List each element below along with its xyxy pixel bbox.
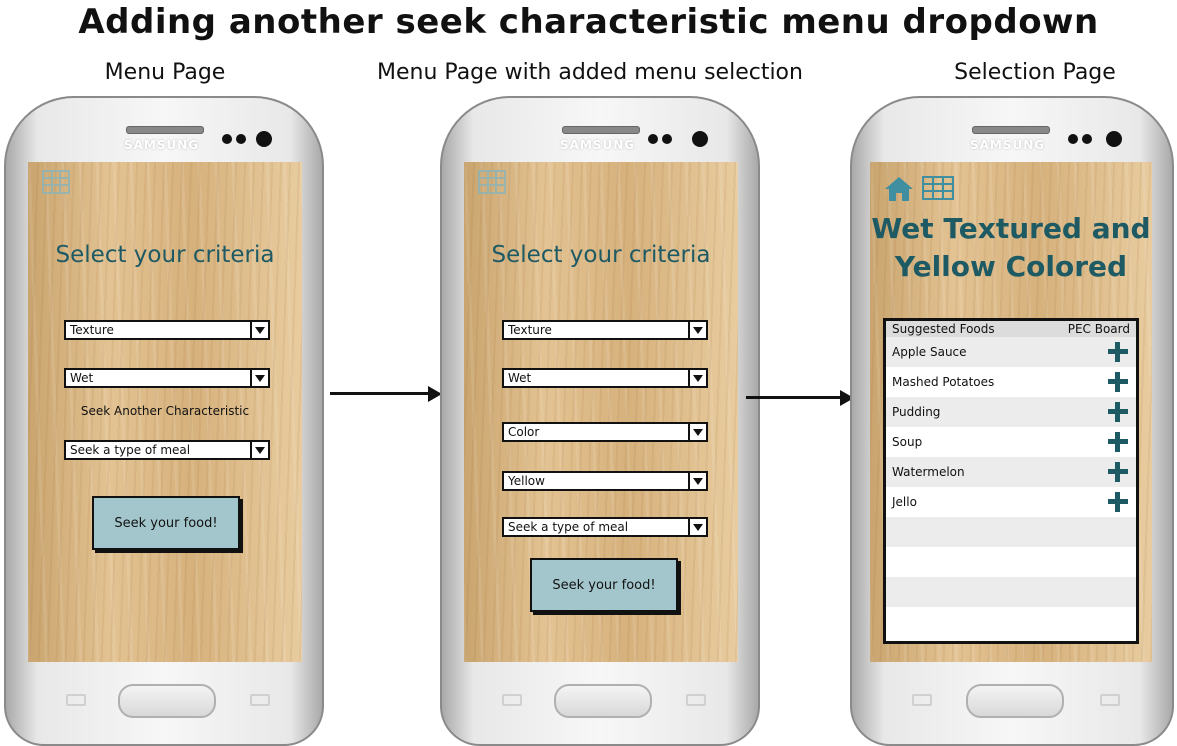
plus-icon[interactable] bbox=[1108, 432, 1128, 452]
phone-menu-page-added: SAMSUNG Select your criteria Texture Wet… bbox=[440, 96, 760, 746]
grid-icon[interactable] bbox=[922, 176, 954, 200]
texture-dropdown[interactable]: Texture bbox=[502, 320, 708, 340]
food-name: Watermelon bbox=[892, 465, 965, 479]
dropdown-arrow-icon bbox=[250, 322, 268, 338]
dropdown-value: Texture bbox=[508, 323, 552, 337]
menu-soft-key-icon[interactable] bbox=[912, 694, 932, 706]
food-name: Jello bbox=[892, 495, 917, 509]
plus-icon[interactable] bbox=[1108, 402, 1128, 422]
food-name: Mashed Potatoes bbox=[892, 375, 995, 389]
sensor-dot bbox=[648, 134, 658, 144]
flow-arrow-line bbox=[330, 392, 430, 395]
meal-type-dropdown[interactable]: Seek a type of meal bbox=[502, 517, 708, 537]
empty-row bbox=[886, 517, 1136, 547]
phone-brand: SAMSUNG bbox=[124, 138, 200, 152]
table-header: Suggested Foods PEC Board bbox=[886, 321, 1136, 337]
suggested-foods-table: Suggested Foods PEC Board Apple Sauce Ma… bbox=[883, 318, 1139, 644]
home-button[interactable] bbox=[554, 684, 652, 718]
menu-soft-key-icon[interactable] bbox=[66, 694, 86, 706]
dropdown-arrow-icon bbox=[250, 442, 268, 458]
dropdown-arrow-icon bbox=[688, 322, 706, 338]
empty-row bbox=[886, 607, 1136, 637]
flow-arrow-line bbox=[746, 396, 842, 399]
phone-brand: SAMSUNG bbox=[560, 138, 636, 152]
dropdown-value: Color bbox=[508, 425, 540, 439]
dropdown-arrow-icon bbox=[250, 370, 268, 386]
page-title: Adding another seek characteristic menu … bbox=[78, 2, 1099, 42]
seek-food-button[interactable]: Seek your food! bbox=[92, 496, 240, 550]
phone-brand: SAMSUNG bbox=[970, 138, 1046, 152]
back-soft-key-icon[interactable] bbox=[686, 694, 706, 706]
sensor-dot bbox=[222, 134, 232, 144]
phone-menu-page: SAMSUNG Select your criteria Texture Wet… bbox=[4, 96, 324, 746]
color-dropdown[interactable]: Color bbox=[502, 422, 708, 442]
food-row: Mashed Potatoes bbox=[886, 367, 1136, 397]
dropdown-value: Wet bbox=[508, 371, 532, 385]
pec-board-header: PEC Board bbox=[1067, 322, 1130, 336]
selection-heading: Wet Textured and Yellow Colored bbox=[871, 212, 1151, 283]
front-camera bbox=[256, 131, 272, 147]
dropdown-value: Wet bbox=[70, 371, 94, 385]
dropdown-arrow-icon bbox=[688, 370, 706, 386]
criteria-heading: Select your criteria bbox=[491, 242, 711, 268]
seek-food-button[interactable]: Seek your food! bbox=[530, 558, 678, 612]
menu-page-added-screen: Select your criteria Texture Wet Color Y… bbox=[464, 162, 738, 662]
food-row: Watermelon bbox=[886, 457, 1136, 487]
grid-icon[interactable] bbox=[478, 170, 506, 194]
color-value-dropdown[interactable]: Yellow bbox=[502, 471, 708, 491]
home-icon[interactable] bbox=[884, 176, 914, 202]
sensor-dot bbox=[1068, 134, 1078, 144]
criteria-heading: Select your criteria bbox=[55, 242, 275, 268]
empty-row bbox=[886, 547, 1136, 577]
speaker-grille bbox=[562, 126, 640, 134]
food-name: Soup bbox=[892, 435, 923, 449]
back-soft-key-icon[interactable] bbox=[1100, 694, 1120, 706]
seek-another-characteristic-link[interactable]: Seek Another Characteristic bbox=[28, 404, 302, 418]
plus-icon[interactable] bbox=[1108, 342, 1128, 362]
sensor-dot bbox=[662, 134, 672, 144]
plus-icon[interactable] bbox=[1108, 372, 1128, 392]
dropdown-value: Yellow bbox=[508, 474, 545, 488]
selection-page-screen: Wet Textured and Yellow Colored Suggeste… bbox=[870, 162, 1152, 662]
food-name: Pudding bbox=[892, 405, 941, 419]
texture-value-dropdown[interactable]: Wet bbox=[64, 368, 270, 388]
dropdown-arrow-icon bbox=[688, 519, 706, 535]
meal-type-dropdown[interactable]: Seek a type of meal bbox=[64, 440, 270, 460]
sensor-dot bbox=[236, 134, 246, 144]
suggested-foods-header: Suggested Foods bbox=[892, 322, 995, 336]
texture-dropdown[interactable]: Texture bbox=[64, 320, 270, 340]
plus-icon[interactable] bbox=[1108, 462, 1128, 482]
menu-soft-key-icon[interactable] bbox=[502, 694, 522, 706]
column-label-added-selection: Menu Page with added menu selection bbox=[377, 60, 803, 85]
front-camera bbox=[1106, 131, 1122, 147]
food-row: Apple Sauce bbox=[886, 337, 1136, 367]
plus-icon[interactable] bbox=[1108, 492, 1128, 512]
food-row: Jello bbox=[886, 487, 1136, 517]
food-list: Apple Sauce Mashed Potatoes Pudding Soup… bbox=[886, 337, 1136, 637]
speaker-grille bbox=[972, 126, 1050, 134]
front-camera bbox=[692, 131, 708, 147]
dropdown-arrow-icon bbox=[688, 424, 706, 440]
food-name: Apple Sauce bbox=[892, 345, 967, 359]
sensor-dot bbox=[1082, 134, 1092, 144]
food-row: Pudding bbox=[886, 397, 1136, 427]
column-label-selection-page: Selection Page bbox=[954, 60, 1116, 85]
dropdown-value: Seek a type of meal bbox=[70, 443, 191, 457]
dropdown-value: Texture bbox=[70, 323, 114, 337]
home-button[interactable] bbox=[118, 684, 216, 718]
menu-page-screen: Select your criteria Texture Wet Seek An… bbox=[28, 162, 302, 662]
column-label-menu-page: Menu Page bbox=[104, 60, 226, 85]
dropdown-value: Seek a type of meal bbox=[508, 520, 629, 534]
texture-value-dropdown[interactable]: Wet bbox=[502, 368, 708, 388]
grid-icon[interactable] bbox=[42, 170, 70, 194]
food-row: Soup bbox=[886, 427, 1136, 457]
back-soft-key-icon[interactable] bbox=[250, 694, 270, 706]
dropdown-arrow-icon bbox=[688, 473, 706, 489]
empty-row bbox=[886, 577, 1136, 607]
phone-selection-page: SAMSUNG Wet Textured and Yellow Colored … bbox=[850, 96, 1174, 746]
speaker-grille bbox=[126, 126, 204, 134]
home-button[interactable] bbox=[966, 684, 1064, 718]
